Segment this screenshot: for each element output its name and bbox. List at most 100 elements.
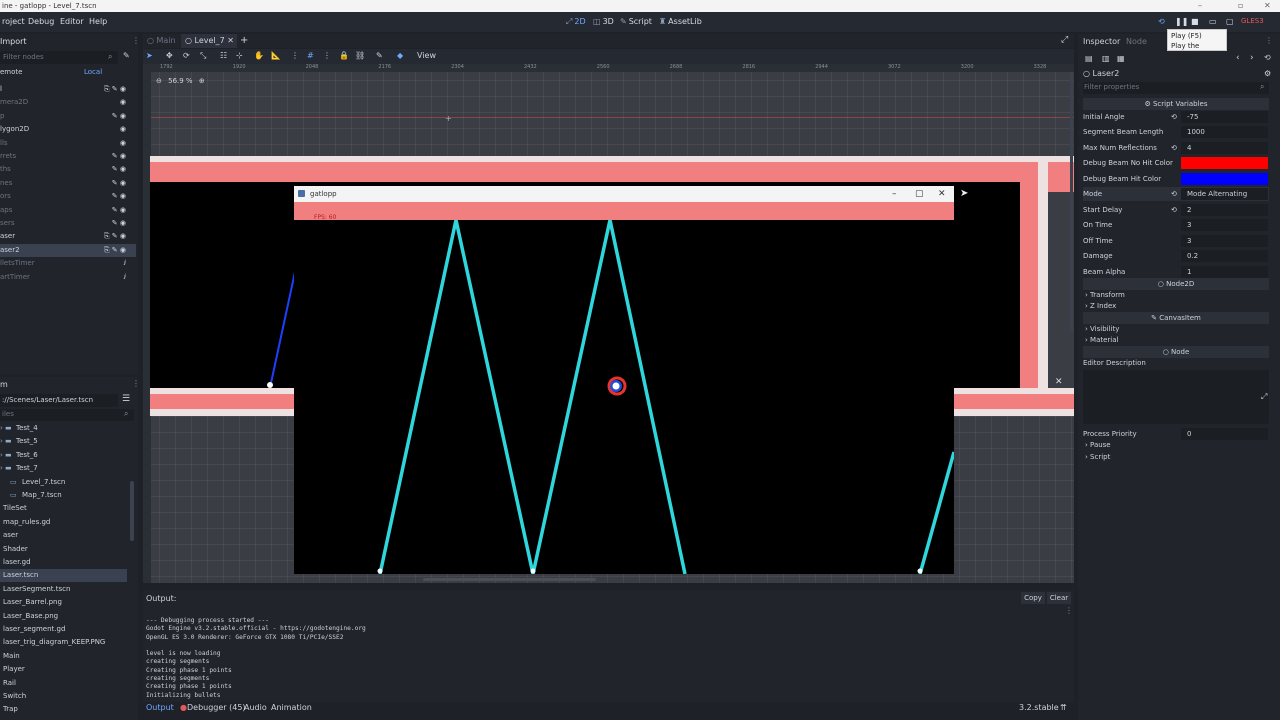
- revert-icon[interactable]: ⟲: [1171, 203, 1177, 217]
- file-item[interactable]: Main: [0, 650, 127, 663]
- link-icon[interactable]: ✎: [123, 51, 133, 63]
- scene-node-item[interactable]: nes ✎ ◉: [0, 177, 136, 190]
- workspace-2d[interactable]: ⤢ 2D: [566, 17, 586, 27]
- scale-mode-icon[interactable]: ⤡: [200, 51, 206, 61]
- output-scroll-icon[interactable]: ⋮: [1065, 606, 1073, 615]
- tab-level-7[interactable]: ○ Level_7 ✕: [181, 34, 237, 48]
- pivot-icon[interactable]: ⊹: [236, 51, 243, 60]
- menu-help[interactable]: Help: [89, 17, 107, 26]
- property-value[interactable]: -75: [1181, 111, 1268, 123]
- object-properties-icon[interactable]: ⚙: [1264, 69, 1271, 78]
- game-minimize-icon[interactable]: –: [892, 186, 897, 202]
- visibility-icon[interactable]: ✎ ◉: [112, 110, 126, 123]
- viewport-hscrollbar[interactable]: [423, 578, 596, 581]
- panel-menu-icon[interactable]: ⋮: [132, 36, 140, 45]
- history-back-icon[interactable]: ‹: [1236, 53, 1240, 63]
- scene-node-item[interactable]: ths ✎ ◉: [0, 163, 136, 176]
- tab-audio[interactable]: Audio: [244, 703, 267, 712]
- pin-panel-icon[interactable]: ⇈: [1060, 703, 1067, 712]
- scene-node-item[interactable]: ors ✎ ◉: [0, 190, 136, 203]
- tab-node[interactable]: Node: [1126, 37, 1147, 46]
- scene-node-item[interactable]: sers ✎ ◉: [0, 217, 136, 230]
- clear-button[interactable]: Clear: [1047, 592, 1071, 604]
- select-mode-icon[interactable]: ➤: [146, 51, 153, 60]
- file-item[interactable]: Player: [0, 663, 127, 676]
- expand-icon[interactable]: ⤢: [1261, 392, 1267, 402]
- snap-options-icon[interactable]: ⋮: [323, 51, 331, 60]
- property-value[interactable]: 0.2: [1181, 250, 1268, 263]
- visibility-icon[interactable]: ⅈ: [124, 271, 126, 284]
- workspace-3d[interactable]: ◫ 3D: [593, 17, 614, 26]
- group-visibility[interactable]: › Visibility: [1085, 325, 1119, 333]
- file-item[interactable]: › ▬ Test_5: [0, 435, 127, 448]
- file-item[interactable]: laser_segment.gd: [0, 623, 127, 636]
- file-item[interactable]: aser: [0, 529, 127, 542]
- tab-remote[interactable]: emote: [0, 66, 52, 79]
- file-item[interactable]: › ▬ Test_7: [0, 462, 127, 475]
- new-resource-icon[interactable]: ▤: [1085, 54, 1093, 63]
- color-picker-button[interactable]: [1181, 157, 1268, 170]
- revert-icon[interactable]: ⟲: [1171, 141, 1177, 155]
- section-script-variables[interactable]: ⚙ Script Variables: [1083, 98, 1269, 110]
- tab-main[interactable]: ○ Main: [147, 36, 176, 45]
- scene-node-item[interactable]: mera2D ◉: [0, 96, 136, 109]
- tab-inspector[interactable]: Inspector: [1083, 37, 1120, 46]
- visibility-icon[interactable]: ◉: [120, 123, 126, 136]
- color-picker-button[interactable]: [1181, 172, 1268, 185]
- distraction-free-icon[interactable]: ⤢: [1061, 35, 1068, 45]
- scene-node-item[interactable]: aser ⎘ ✎ ◉: [0, 230, 136, 243]
- section-canvasitem[interactable]: ✎ CanvasItem: [1083, 312, 1269, 324]
- close-icon[interactable]: ✕: [1264, 0, 1271, 12]
- workspace-assetlib[interactable]: ♜ AssetLib: [659, 17, 702, 26]
- save-resource-icon[interactable]: ▦: [1117, 54, 1125, 63]
- visibility-icon[interactable]: ✎ ◉: [112, 217, 126, 230]
- group-material[interactable]: › Material: [1085, 336, 1118, 344]
- filesystem-scrollbar[interactable]: [130, 481, 134, 541]
- camera-override-icon[interactable]: ◆: [397, 51, 403, 60]
- visibility-icon[interactable]: ✎ ◉: [112, 163, 126, 176]
- file-item[interactable]: Rail: [0, 677, 127, 690]
- reload-icon[interactable]: ⟲: [1158, 17, 1165, 26]
- play-scene-icon[interactable]: ▭: [1209, 17, 1217, 26]
- visibility-icon[interactable]: ⎘ ✎ ◉: [104, 230, 126, 243]
- tab-animation[interactable]: Animation: [271, 703, 312, 712]
- scene-node-item[interactable]: lls ◉: [0, 137, 136, 150]
- file-item[interactable]: ▭ Map_7.tscn: [0, 489, 127, 502]
- visibility-icon[interactable]: ◉: [120, 137, 126, 150]
- scene-node-item[interactable]: p ✎ ◉: [0, 110, 136, 123]
- file-item[interactable]: ▭ Level_7.tscn: [0, 476, 127, 489]
- panel-menu-icon[interactable]: ⋮: [132, 379, 140, 388]
- visibility-icon[interactable]: ⎘ ✎ ◉: [104, 244, 126, 257]
- file-item[interactable]: laser.gd: [0, 556, 127, 569]
- grid-snap-icon[interactable]: #: [307, 51, 314, 60]
- section-node2d[interactable]: ○ Node2D: [1083, 278, 1269, 290]
- group-icon[interactable]: ⛓: [355, 51, 365, 60]
- visibility-icon[interactable]: ✎ ◉: [112, 190, 126, 203]
- bones-icon[interactable]: ✎: [376, 51, 383, 60]
- pan-mode-icon[interactable]: ✋: [254, 51, 264, 60]
- file-item[interactable]: Laser_Base.png: [0, 610, 127, 623]
- file-item[interactable]: Laser.tscn: [0, 569, 127, 583]
- menu-editor[interactable]: Editor: [60, 17, 84, 26]
- revert-icon[interactable]: ⟲: [1171, 110, 1177, 124]
- copy-button[interactable]: Copy: [1021, 592, 1045, 604]
- visibility-icon[interactable]: ✎ ◉: [112, 177, 126, 190]
- renderer-badge[interactable]: GLES3: [1241, 17, 1264, 25]
- file-item[interactable]: map_rules.gd: [0, 516, 127, 529]
- file-item[interactable]: › ▬ Test_4: [0, 422, 127, 435]
- group-script[interactable]: › Script: [1085, 453, 1110, 461]
- property-value[interactable]: 2: [1181, 203, 1268, 216]
- file-item[interactable]: Laser_Barrel.png: [0, 596, 127, 609]
- file-item[interactable]: Switch: [0, 690, 127, 703]
- tab-local[interactable]: Local: [84, 66, 114, 79]
- game-maximize-icon[interactable]: ▢: [915, 186, 924, 202]
- path-field[interactable]: ://Scenes/Laser/Laser.tscn: [0, 394, 118, 407]
- scene-node-item[interactable]: aps ✎ ◉: [0, 204, 136, 217]
- process-priority-input[interactable]: 0: [1181, 428, 1268, 440]
- filter-files-input[interactable]: iles ⌕: [0, 409, 134, 421]
- scene-node-item[interactable]: artTimer ⅈ: [0, 271, 136, 284]
- load-resource-icon[interactable]: ▥: [1102, 54, 1110, 63]
- visibility-icon[interactable]: ⎘ ✎ ◉: [104, 83, 126, 96]
- filesystem-tab[interactable]: m: [0, 380, 8, 389]
- move-mode-icon[interactable]: ✥: [166, 51, 173, 60]
